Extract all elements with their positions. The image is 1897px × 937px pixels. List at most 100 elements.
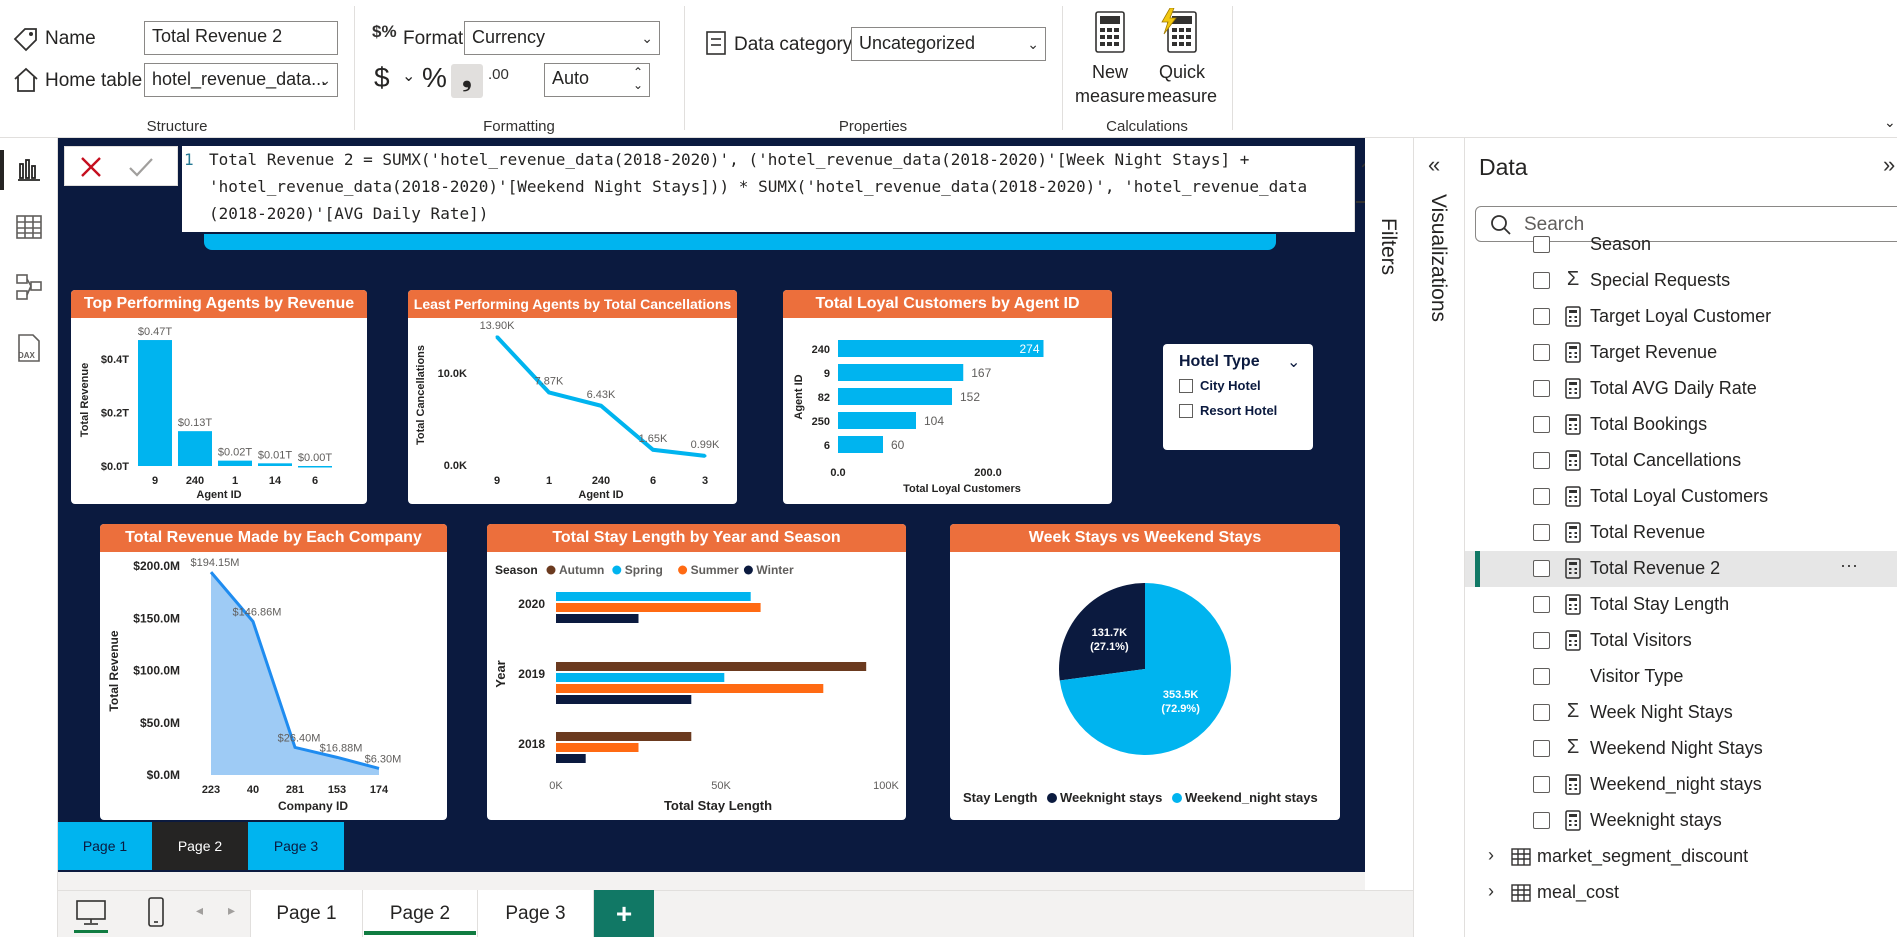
quick-measure-button[interactable]: Quick measure xyxy=(1142,60,1222,108)
field-checkbox[interactable] xyxy=(1533,452,1550,469)
field-checkbox[interactable] xyxy=(1533,812,1550,829)
currency-button[interactable]: $ xyxy=(374,62,390,94)
filters-pane-collapsed[interactable]: Filters xyxy=(1365,138,1413,890)
field-checkbox[interactable] xyxy=(1533,668,1550,685)
ribbon-collapse-icon[interactable]: ⌄ xyxy=(1884,114,1896,131)
tab-page-2[interactable]: Page 2 xyxy=(362,890,478,937)
table-item[interactable]: › market_segment_discount xyxy=(1465,839,1897,875)
bar xyxy=(838,436,883,453)
data-label: $0.02T xyxy=(218,447,253,459)
cancel-icon[interactable] xyxy=(79,155,103,179)
dax-query-view-icon[interactable]: DAX xyxy=(14,332,44,362)
bar xyxy=(298,466,332,468)
more-options-icon[interactable]: ··· xyxy=(1840,555,1858,576)
data-category-select[interactable]: Uncategorized ⌄ xyxy=(851,27,1046,61)
quick-measure-line1: Quick xyxy=(1158,62,1205,82)
tab-page-1[interactable]: Page 1 xyxy=(250,890,362,937)
mobile-layout-icon[interactable] xyxy=(146,896,166,928)
x-axis-title: Total Stay Length xyxy=(664,798,772,813)
field-checkbox[interactable] xyxy=(1533,272,1550,289)
field-item[interactable]: Target Revenue xyxy=(1465,335,1897,371)
top-agents-visual[interactable]: Top Performing Agents by Revenue $0.47T 9… xyxy=(71,290,367,504)
company-revenue-visual[interactable]: Total Revenue Made by Each Company $194.… xyxy=(100,524,447,820)
calculator-icon[interactable] xyxy=(1094,10,1126,54)
format-select[interactable]: Currency ⌄ xyxy=(464,21,660,55)
ribbon-divider xyxy=(354,6,355,130)
home-table-select[interactable]: hotel_revenue_data... ⌄ xyxy=(144,63,338,97)
data-label: $0.00T xyxy=(298,452,333,464)
least-agents-visual[interactable]: Least Performing Agents by Total Cancell… xyxy=(408,290,737,504)
spinner-icon[interactable]: ⌃ ⌄ xyxy=(633,66,643,92)
field-item[interactable]: Weeknight stays xyxy=(1465,803,1897,839)
scroll-right-icon[interactable]: ▸ xyxy=(228,902,235,919)
page1-nav-button[interactable]: Page 1 xyxy=(58,822,152,870)
field-item[interactable]: Season xyxy=(1465,227,1897,263)
field-item[interactable]: Visitor Type xyxy=(1465,659,1897,695)
legend-marker xyxy=(743,565,753,575)
quick-measure-icon[interactable] xyxy=(1158,8,1198,54)
model-view-icon[interactable] xyxy=(14,272,44,302)
field-checkbox[interactable] xyxy=(1533,236,1550,253)
field-checkbox[interactable] xyxy=(1533,416,1550,433)
field-checkbox[interactable] xyxy=(1533,380,1550,397)
field-item[interactable]: Σ Special Requests xyxy=(1465,263,1897,299)
field-checkbox[interactable] xyxy=(1533,776,1550,793)
field-checkbox[interactable] xyxy=(1533,488,1550,505)
collapse-pane-icon[interactable]: » xyxy=(1883,152,1895,178)
name-input[interactable]: Total Revenue 2 xyxy=(144,21,338,55)
field-item[interactable]: Total Bookings xyxy=(1465,407,1897,443)
add-page-button[interactable]: + xyxy=(594,890,654,937)
chevron-right-icon[interactable]: › xyxy=(1488,881,1494,902)
field-item[interactable]: Total Stay Length xyxy=(1465,587,1897,623)
field-checkbox[interactable] xyxy=(1533,632,1550,649)
commit-check-icon[interactable] xyxy=(127,155,155,179)
field-item[interactable]: Total Revenue xyxy=(1465,515,1897,551)
decimals-button[interactable]: .00 xyxy=(488,66,509,83)
new-measure-button[interactable]: New measure xyxy=(1070,60,1150,108)
field-item[interactable]: Total Loyal Customers xyxy=(1465,479,1897,515)
week-stays-visual[interactable]: Week Stays vs Weekend Stays 131.7K (27.1%… xyxy=(950,524,1340,820)
field-item[interactable]: Total Visitors xyxy=(1465,623,1897,659)
resort-hotel-checkbox[interactable] xyxy=(1179,404,1193,418)
field-checkbox[interactable] xyxy=(1533,308,1550,325)
field-checkbox[interactable] xyxy=(1533,344,1550,361)
field-item[interactable]: Σ Week Night Stays xyxy=(1465,695,1897,731)
field-checkbox[interactable] xyxy=(1533,596,1550,613)
table-view-icon[interactable] xyxy=(14,212,44,242)
field-item[interactable]: Total Revenue 2 ··· xyxy=(1465,551,1897,587)
formula-editor[interactable]: 1 Total Revenue 2 = SUMX('hotel_revenue_… xyxy=(182,146,1355,232)
chevron-down-icon[interactable]: ⌄ xyxy=(402,66,415,86)
desktop-layout-icon[interactable] xyxy=(74,898,108,928)
y-tick-label: 6 xyxy=(824,440,830,452)
decimal-places-input[interactable]: Auto ⌃ ⌄ xyxy=(544,63,650,97)
report-view-icon[interactable] xyxy=(14,154,44,184)
data-label: $0.01T xyxy=(258,449,293,461)
chevron-right-icon[interactable]: › xyxy=(1488,845,1494,866)
field-item[interactable]: Target Loyal Customer xyxy=(1465,299,1897,335)
data-label: $26.40M xyxy=(278,732,321,744)
expand-pane-icon[interactable]: « xyxy=(1428,152,1440,178)
field-item[interactable]: Σ Weekend Night Stays xyxy=(1465,731,1897,767)
hotel-type-slicer[interactable]: Hotel Type ⌄ City Hotel Resort Hotel xyxy=(1163,344,1313,450)
comma-style-button[interactable]: ❟ xyxy=(451,64,483,98)
page2-nav-button[interactable]: Page 2 xyxy=(152,822,248,870)
field-checkbox[interactable] xyxy=(1533,524,1550,541)
chevron-down-icon[interactable]: ⌄ xyxy=(1287,352,1300,372)
scroll-left-icon[interactable]: ◂ xyxy=(196,902,203,919)
field-item[interactable]: Weekend_night stays xyxy=(1465,767,1897,803)
field-checkbox[interactable] xyxy=(1533,704,1550,721)
stay-length-visual[interactable]: Total Stay Length by Year and Season Sea… xyxy=(487,524,906,820)
field-item[interactable]: Total AVG Daily Rate xyxy=(1465,371,1897,407)
percent-button[interactable]: % xyxy=(422,62,447,94)
field-item[interactable]: Total Cancellations xyxy=(1465,443,1897,479)
visualizations-pane-collapsed[interactable]: « Visualizations xyxy=(1413,138,1465,937)
calculations-group-label: Calculations xyxy=(1106,118,1188,135)
table-item[interactable]: › meal_cost xyxy=(1465,875,1897,911)
field-checkbox[interactable] xyxy=(1533,740,1550,757)
field-checkbox[interactable] xyxy=(1533,560,1550,577)
tab-page-3[interactable]: Page 3 xyxy=(478,890,594,937)
page3-nav-button[interactable]: Page 3 xyxy=(248,822,344,870)
city-hotel-checkbox[interactable] xyxy=(1179,379,1193,393)
loyal-customers-visual[interactable]: Total Loyal Customers by Agent ID 274 240… xyxy=(783,290,1112,504)
new-measure-line1: New xyxy=(1091,62,1128,82)
